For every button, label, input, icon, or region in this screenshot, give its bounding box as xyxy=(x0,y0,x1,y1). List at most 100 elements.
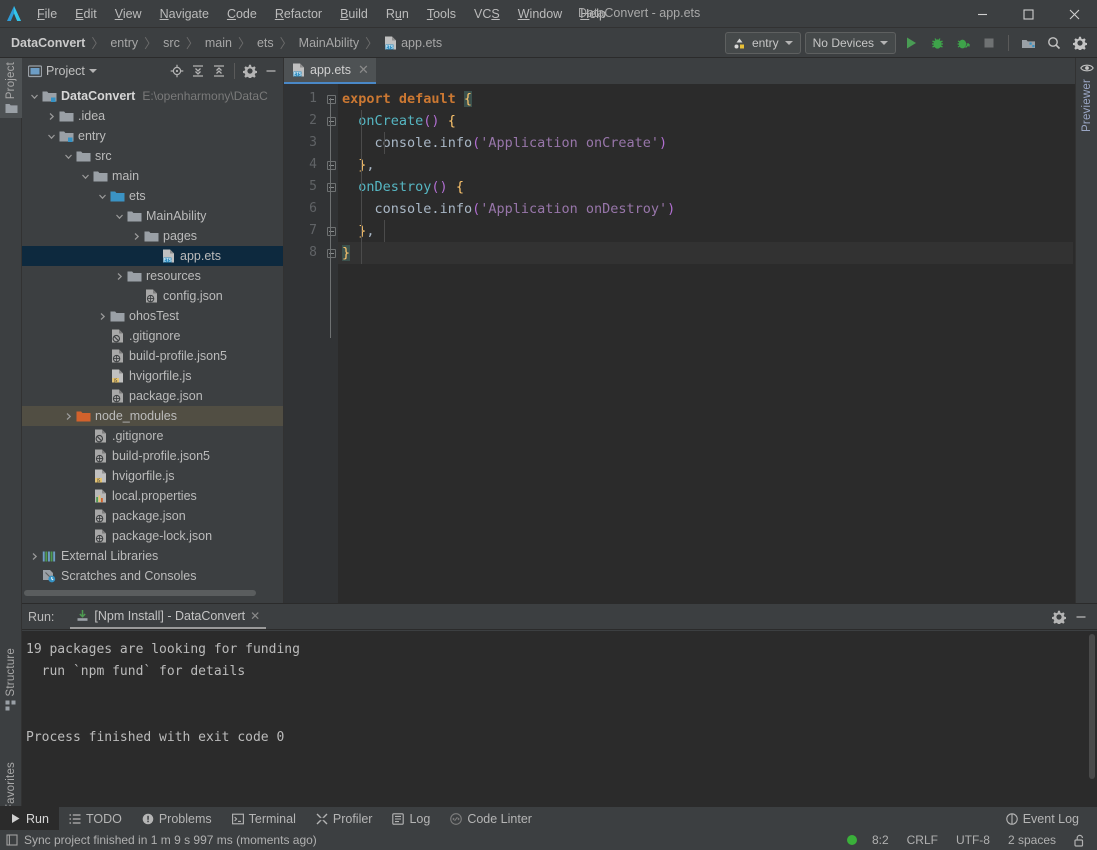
sidebar-tab-structure[interactable]: Structure xyxy=(0,644,22,716)
tree-node-hvigorfile-js[interactable]: JS hvigorfile.js xyxy=(22,466,283,486)
menu-tools[interactable]: Tools xyxy=(418,3,465,25)
code-line[interactable]: }, xyxy=(338,154,1073,176)
chevron-down-icon[interactable] xyxy=(28,92,41,101)
breadcrumb[interactable]: DataConvert 〉 entry 〉 src 〉 main 〉 ets 〉 MainAbili… xyxy=(0,33,445,52)
tree-node-external-libraries[interactable]: External Libraries xyxy=(22,546,283,566)
menu-code[interactable]: Code xyxy=(218,3,266,25)
panel-settings-button[interactable] xyxy=(240,61,260,81)
fold-toggle-icon[interactable] xyxy=(326,226,336,236)
code-content[interactable]: export default { onCreate() { console.in… xyxy=(338,84,1073,603)
tree-node-scratches-and-consoles[interactable]: Scratches and Consoles xyxy=(22,566,283,586)
search-everywhere-button[interactable] xyxy=(1043,32,1065,54)
window-toggle-icon[interactable] xyxy=(6,834,18,846)
sidebar-tab-previewer[interactable]: Previewer xyxy=(1076,58,1097,136)
run-configuration-selector[interactable]: entry xyxy=(724,32,801,54)
minimize-window-button[interactable] xyxy=(959,0,1005,28)
menu-build[interactable]: Build xyxy=(331,3,377,25)
hide-run-panel-button[interactable] xyxy=(1071,607,1091,627)
tree-node-config-json[interactable]: config.json xyxy=(22,286,283,306)
menu-navigate[interactable]: Navigate xyxy=(151,3,218,25)
tree-node-src[interactable]: src xyxy=(22,146,283,166)
chevron-right-icon[interactable] xyxy=(130,232,143,241)
tree-node-mainability[interactable]: MainAbility xyxy=(22,206,283,226)
tree-node-node-modules[interactable]: node_modules xyxy=(22,406,283,426)
tool-window-bar[interactable]: Run TODO Problems Terminal Profiler Log Code L… xyxy=(0,806,1097,831)
chevron-right-icon[interactable] xyxy=(45,112,58,121)
scrollbar-thumb[interactable] xyxy=(24,590,256,596)
chevron-right-icon[interactable] xyxy=(62,412,75,421)
tree-node-pages[interactable]: pages xyxy=(22,226,283,246)
menu-window[interactable]: Window xyxy=(509,3,571,25)
tree-node-hvigorfile-js[interactable]: JS hvigorfile.js xyxy=(22,366,283,386)
device-selector[interactable]: No Devices xyxy=(804,32,896,54)
code-line[interactable]: }, xyxy=(338,220,1073,242)
attach-debugger-button[interactable] xyxy=(952,32,974,54)
fold-toggle-icon[interactable] xyxy=(326,248,336,258)
code-editor[interactable]: 12345678 export default { onCreate() { c… xyxy=(284,84,1073,603)
line-separator[interactable]: CRLF xyxy=(904,832,941,848)
code-line[interactable]: onDestroy() { xyxy=(338,176,1073,198)
breadcrumb-item-ets[interactable]: ets xyxy=(254,34,277,52)
breadcrumb-item-entry[interactable]: entry xyxy=(107,34,141,52)
breadcrumb-item-mainability[interactable]: MainAbility xyxy=(296,34,362,52)
chevron-down-icon[interactable] xyxy=(96,192,109,201)
code-folding-gutter[interactable] xyxy=(324,84,338,603)
settings-button[interactable] xyxy=(1069,32,1091,54)
run-panel-settings-button[interactable] xyxy=(1049,607,1069,627)
expand-all-button[interactable] xyxy=(188,61,208,81)
chevron-down-icon[interactable] xyxy=(79,172,92,181)
code-line[interactable]: console.info('Application onCreate') xyxy=(338,132,1073,154)
code-line[interactable]: export default { xyxy=(338,88,1073,110)
tree-node--gitignore[interactable]: .gitignore xyxy=(22,426,283,446)
file-encoding[interactable]: UTF-8 xyxy=(953,832,993,848)
menu-run[interactable]: Run xyxy=(377,3,418,25)
fold-marker-open[interactable] xyxy=(324,88,338,110)
run-button[interactable] xyxy=(900,32,922,54)
project-tree[interactable]: DataConvert E:\openharmony\DataC .idea entr… xyxy=(22,84,283,603)
select-opened-file-button[interactable] xyxy=(167,61,187,81)
breadcrumb-item-main[interactable]: main xyxy=(202,34,235,52)
close-icon[interactable]: ✕ xyxy=(250,609,260,623)
debug-button[interactable] xyxy=(926,32,948,54)
menu-edit[interactable]: Edit xyxy=(66,3,106,25)
code-line[interactable]: console.info('Application onDestroy') xyxy=(338,198,1073,220)
fold-toggle-icon[interactable] xyxy=(326,94,336,104)
tree-node-package-lock-json[interactable]: package-lock.json xyxy=(22,526,283,546)
tree-node-build-profile-json5[interactable]: build-profile.json5 xyxy=(22,346,283,366)
chevron-right-icon[interactable] xyxy=(96,312,109,321)
menu-refactor[interactable]: Refactor xyxy=(266,3,331,25)
tree-node-package-json[interactable]: package.json xyxy=(22,506,283,526)
editor-tab-app-ets[interactable]: ETS app.ets ✕ xyxy=(284,58,376,84)
console-scrollbar[interactable] xyxy=(1089,634,1095,779)
tool-window-button-run[interactable]: Run xyxy=(0,806,59,831)
tool-window-button-terminal[interactable]: Terminal xyxy=(222,807,306,831)
tool-window-button-event-log[interactable]: Event Log xyxy=(996,807,1089,831)
chevron-down-icon[interactable] xyxy=(88,69,97,73)
tool-window-button-code-linter[interactable]: Code Linter xyxy=(440,807,542,831)
close-window-button[interactable] xyxy=(1051,0,1097,28)
fold-toggle-icon[interactable] xyxy=(326,116,336,126)
console-output[interactable]: 19 packages are looking for funding run … xyxy=(22,631,1097,807)
fold-marker-close[interactable] xyxy=(324,242,338,264)
fold-marker-open[interactable] xyxy=(324,110,338,132)
tool-window-button-problems[interactable]: Problems xyxy=(132,807,222,831)
tree-node-local-properties[interactable]: local.properties xyxy=(22,486,283,506)
tree-node-app-ets[interactable]: ETS app.ets xyxy=(22,246,283,266)
sidebar-tab-project[interactable]: Project xyxy=(0,58,22,119)
chevron-right-icon[interactable] xyxy=(28,552,41,561)
code-line[interactable]: onCreate() { xyxy=(338,110,1073,132)
tool-window-button-todo[interactable]: TODO xyxy=(59,807,132,831)
chevron-right-icon[interactable] xyxy=(113,272,126,281)
tree-node-ohostest[interactable]: ohosTest xyxy=(22,306,283,326)
hide-panel-button[interactable] xyxy=(261,61,281,81)
caret-position[interactable]: 8:2 xyxy=(869,832,892,848)
chevron-down-icon[interactable] xyxy=(113,212,126,221)
menu-vcs[interactable]: VCS xyxy=(465,3,509,25)
fold-marker-close[interactable] xyxy=(324,220,338,242)
project-tree-horizontal-scrollbar[interactable] xyxy=(22,588,284,598)
tree-node-package-json[interactable]: package.json xyxy=(22,386,283,406)
tool-window-button-profiler[interactable]: Profiler xyxy=(306,807,383,831)
breadcrumb-item-src[interactable]: src xyxy=(160,34,183,52)
chevron-down-icon[interactable] xyxy=(45,132,58,141)
tree-node-resources[interactable]: resources xyxy=(22,266,283,286)
